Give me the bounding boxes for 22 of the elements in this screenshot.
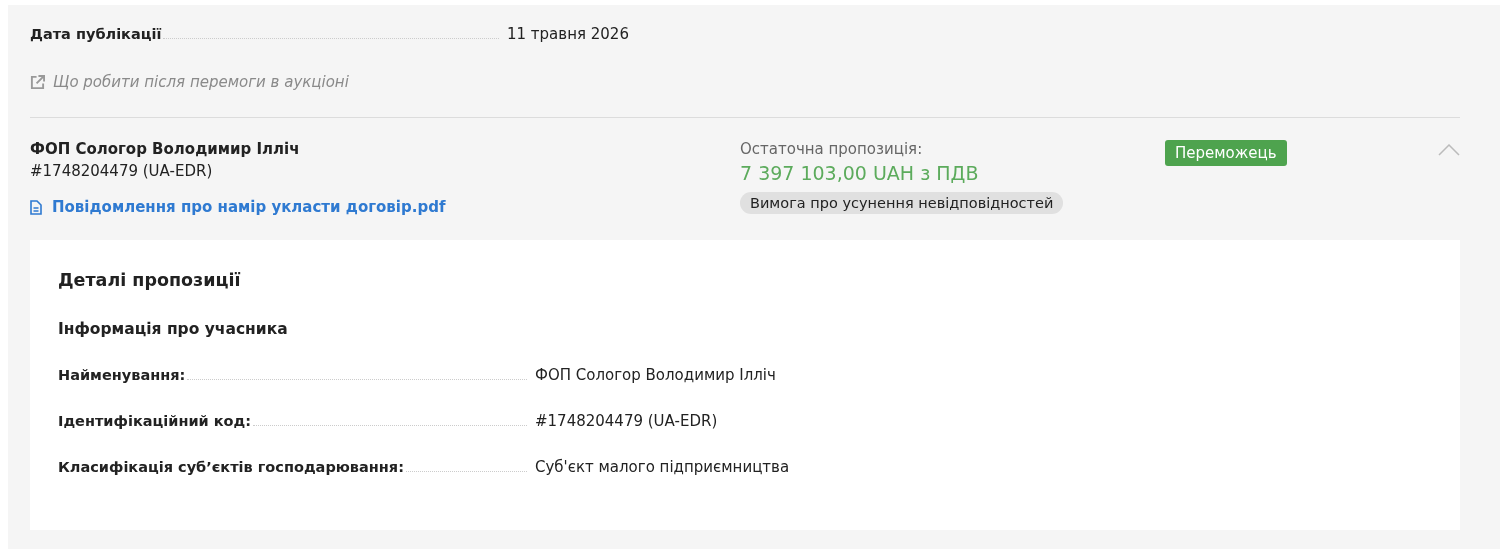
status-badge: Переможець bbox=[1165, 140, 1287, 166]
help-link[interactable]: Що робити після перемоги в аукціоні bbox=[30, 73, 349, 91]
section-title: Інформація про учасника bbox=[58, 320, 289, 338]
chevron-icon bbox=[1438, 144, 1460, 156]
collapse-button[interactable] bbox=[1438, 144, 1460, 158]
field-label: Класифікація суб’єктів господарювання: bbox=[58, 459, 404, 475]
document-link[interactable]: Повідомлення про намір укласти договір.pdf bbox=[30, 198, 446, 216]
field-label: Ідентифікаційний код: bbox=[58, 413, 252, 429]
participant-name: ФОП Сологор Володимир Ілліч bbox=[30, 140, 300, 158]
final-offer-label: Остаточна пропозиція: bbox=[740, 140, 923, 158]
offer-amount: 7 397 103,00 UAH з ПДВ bbox=[740, 162, 979, 184]
field-value: #1748204479 (UA-EDR) bbox=[535, 412, 719, 430]
field-value: Суб'єкт малого підприємництва bbox=[535, 458, 791, 476]
card-title: Деталі пропозиції bbox=[58, 270, 242, 290]
external-link-icon bbox=[30, 74, 45, 90]
field-label: Дата публікації bbox=[30, 26, 162, 42]
field-value: 11 травня 2026 bbox=[507, 25, 630, 43]
participant-code: #1748204479 (UA-EDR) bbox=[30, 162, 213, 180]
requirement-tag: Вимога про усунення невідповідностей bbox=[740, 192, 1064, 214]
field-value: ФОП Сологор Володимир Ілліч bbox=[535, 366, 777, 384]
field-label: Найменування: bbox=[58, 367, 186, 383]
document-icon bbox=[30, 199, 42, 215]
